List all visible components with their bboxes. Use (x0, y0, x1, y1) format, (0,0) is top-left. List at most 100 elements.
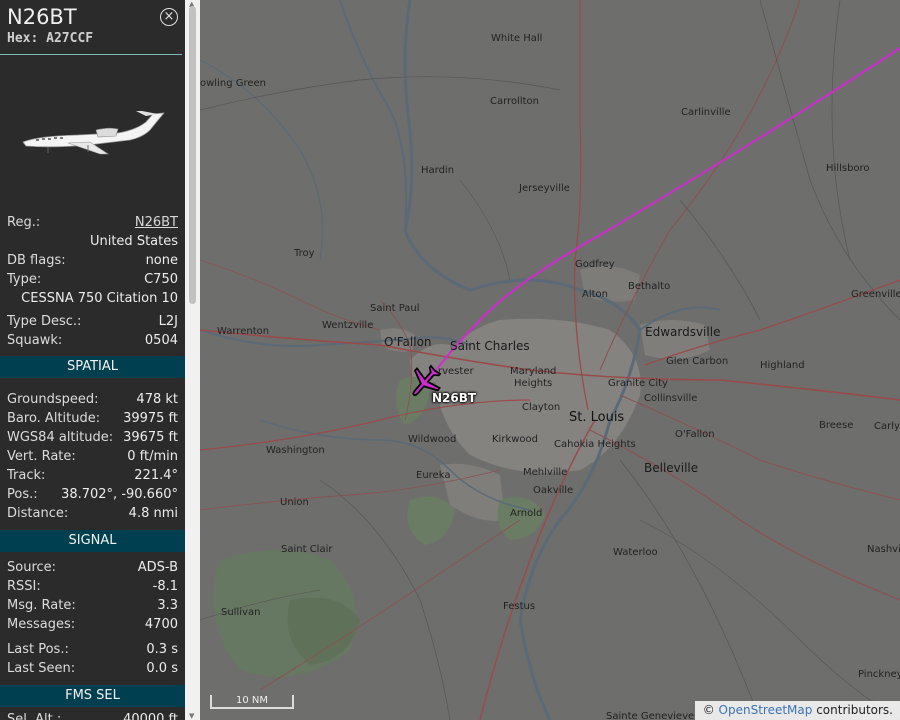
place-label: Sullivan (221, 607, 261, 618)
place-label: Saint Clair (281, 544, 333, 555)
spatial-label: Vert. Rate: (7, 449, 76, 464)
section-header-fms-sel[interactable]: FMS SEL (0, 685, 185, 707)
place-label: Cahokia Heights (554, 439, 636, 450)
place-label: Saint Paul (370, 303, 420, 314)
place-label: Nashvil (867, 544, 900, 555)
signal-row-rssi: RSSI: -8.1 (7, 578, 178, 595)
place-label: Carlinville (681, 107, 731, 118)
place-label: Waterloo (613, 547, 658, 558)
type-name-value: CESSNA 750 Citation 10 (21, 291, 178, 306)
fms-label: Sel. Alt.: (7, 712, 62, 720)
signal-row-last-seen: Last Seen: 0.0 s (7, 660, 178, 677)
attribution-prefix: © (702, 703, 719, 717)
section-header-signal[interactable]: SIGNAL (0, 530, 185, 552)
info-value: C750 (144, 272, 178, 287)
place-label: Maryland (510, 366, 557, 377)
spatial-row-distance: Distance: 4.8 nmi (7, 505, 178, 522)
header-divider (0, 54, 182, 55)
place-label: Clayton (522, 402, 561, 413)
info-label: Type Desc.: (7, 314, 82, 329)
spatial-row-groundspeed: Groundspeed: 478 kt (7, 391, 178, 408)
info-row-type-name: CESSNA 750 Citation 10 (7, 290, 178, 307)
hex-code: Hex: A27CCF (7, 31, 93, 46)
spatial-label: Groundspeed: (7, 392, 99, 407)
info-value: 0504 (144, 333, 178, 348)
place-label: Washington (266, 445, 325, 456)
section-header-spatial[interactable]: SPATIAL (0, 356, 185, 378)
place-label: Sainte Genevieve (606, 711, 695, 720)
info-row-squawk: Squawk: 0504 (7, 332, 178, 349)
map-scale-bar: 10 NM (210, 695, 294, 709)
spatial-row-track: Track: 221.4° (7, 467, 178, 484)
signal-value: 0.0 s (146, 661, 178, 676)
scrollbar-thumb[interactable] (189, 6, 196, 304)
place-label: Carly (874, 421, 900, 432)
place-label: Saint Charles (450, 339, 530, 353)
spatial-value: 39675 ft (123, 430, 178, 445)
place-label: Glen Carbon (666, 356, 729, 367)
openstreetmap-link[interactable]: OpenStreetMap (719, 703, 813, 717)
place-label: Granite City (608, 378, 668, 389)
country-value: United States (89, 234, 178, 249)
info-label: Reg.: (7, 215, 41, 230)
spatial-label: Pos.: (7, 487, 38, 502)
aircraft-info-panel: N26BT Hex: A27CCF × Reg.: N26BT United S… (0, 0, 185, 720)
place-label: Oakville (533, 485, 574, 496)
spatial-label: Track: (7, 468, 46, 483)
signal-value: 0.3 s (146, 642, 178, 657)
fms-value: 40000 ft (123, 712, 178, 720)
place-label: Troy (294, 248, 315, 259)
spatial-value: 478 kt (136, 392, 178, 407)
place-label: Highland (760, 360, 805, 371)
close-icon[interactable]: × (160, 8, 178, 26)
place-label: Bethalto (628, 281, 671, 292)
map-attribution: © OpenStreetMap contributors. (694, 701, 900, 720)
place-label: St. Louis (569, 410, 625, 425)
info-value: none (145, 253, 178, 268)
fms-row-sel-alt: Sel. Alt.: 40000 ft (7, 711, 178, 720)
place-label: Festus (503, 601, 536, 612)
aircraft-map-label: N26BT (432, 391, 477, 405)
spatial-label: Baro. Altitude: (7, 411, 101, 426)
sidebar-scrollbar[interactable]: ▲ ▼ (185, 0, 200, 720)
hex-value: A27CCF (46, 31, 94, 46)
signal-row-messages: Messages: 4700 (7, 616, 178, 633)
info-row-type: Type: C750 (7, 271, 178, 288)
spatial-value: 38.702°, -90.660° (61, 487, 178, 502)
registration-link[interactable]: N26BT (135, 214, 178, 231)
info-row-country: United States (7, 233, 178, 250)
place-label: Carrollton (490, 96, 539, 107)
place-label: Kirkwood (492, 434, 539, 445)
aircraft-silhouette-icon (22, 111, 165, 155)
info-label: DB flags: (7, 253, 66, 268)
signal-label: Source: (7, 560, 57, 575)
place-label: Heights (514, 378, 553, 389)
place-label: Arnold (510, 508, 543, 519)
spatial-value: 221.4° (134, 468, 178, 483)
spatial-row-position: Pos.: 38.702°, -90.660° (7, 486, 178, 503)
signal-label: Messages: (7, 617, 76, 632)
signal-row-msg-rate: Msg. Rate: 3.3 (7, 597, 178, 614)
spatial-label: Distance: (7, 506, 69, 521)
signal-label: Last Seen: (7, 661, 76, 676)
place-label: Breese (819, 420, 854, 431)
place-label: Mehlville (523, 467, 568, 478)
signal-label: RSSI: (7, 579, 41, 594)
place-label: Wildwood (408, 434, 457, 445)
scroll-down-arrow-icon[interactable]: ▼ (189, 712, 194, 720)
signal-row-last-pos: Last Pos.: 0.3 s (7, 641, 178, 658)
place-label: Hillsboro (826, 163, 870, 174)
place-label: Jerseyville (519, 183, 570, 194)
place-label: Edwardsville (645, 325, 721, 339)
place-label: Eureka (416, 470, 451, 481)
place-label: White Hall (491, 33, 543, 44)
spatial-value: 39975 ft (123, 411, 178, 426)
place-label: Belleville (644, 461, 699, 475)
signal-row-source: Source: ADS-B (7, 559, 178, 576)
place-label: owling Green (200, 78, 267, 89)
map-view[interactable]: White Hall owling Green Carrollton Carli… (200, 0, 900, 720)
place-label: Wentzville (322, 320, 374, 331)
info-row-type-desc: Type Desc.: L2J (7, 313, 178, 330)
spatial-row-wgs84-altitude: WGS84 altitude: 39675 ft (7, 429, 178, 446)
signal-value: 4700 (144, 617, 178, 632)
